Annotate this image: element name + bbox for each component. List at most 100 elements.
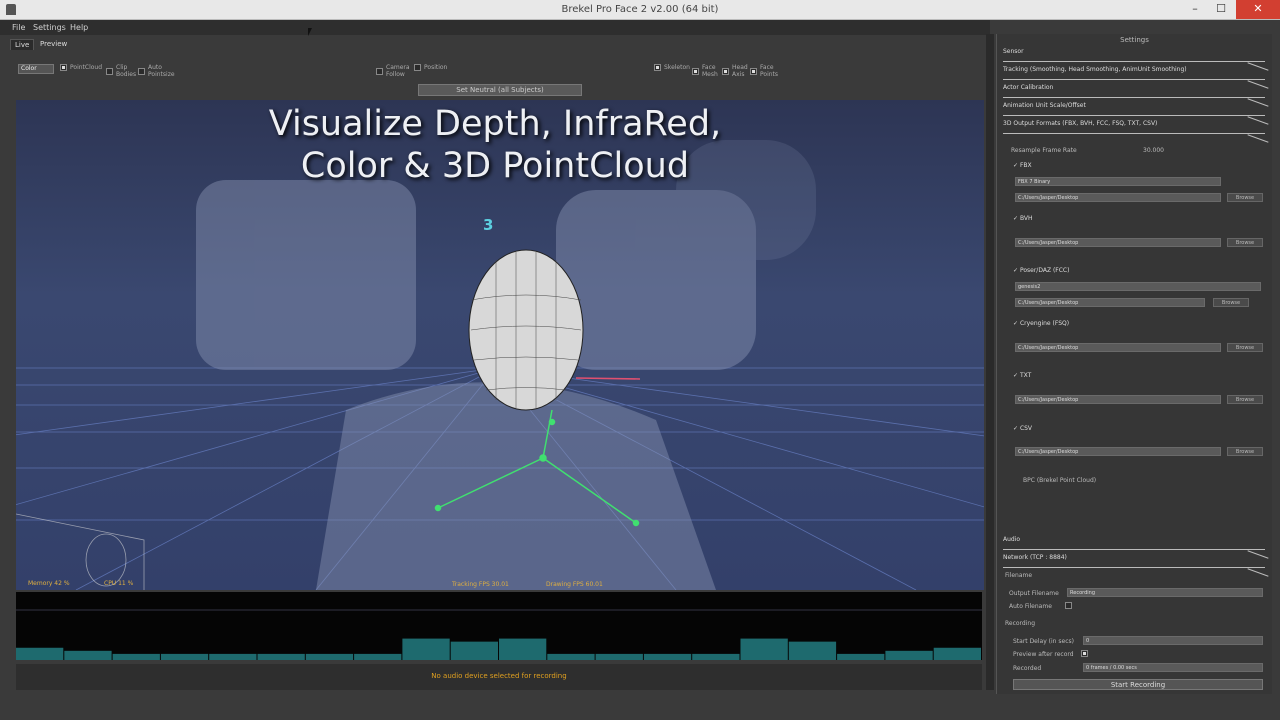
checkbox-icon — [722, 67, 729, 75]
timeline-bar — [643, 653, 692, 660]
preview-after-record-checkbox[interactable] — [1081, 650, 1088, 657]
bvh-browse-button[interactable]: Browse — [1227, 238, 1263, 247]
tab-live[interactable]: Live — [10, 39, 35, 50]
audio-status-bar: No audio device selected for recording — [16, 664, 982, 690]
recorded-label: Recorded — [1013, 665, 1042, 672]
toggle-label: Position — [424, 64, 448, 71]
checkbox-icon — [750, 67, 757, 75]
toggle-face-points[interactable]: Face Points — [750, 64, 782, 78]
auto-filename-checkbox[interactable] — [1065, 602, 1072, 609]
txt-path-field[interactable]: C:/Users/Jasper/Desktop — [1015, 395, 1221, 404]
fsq-path-field[interactable]: C:/Users/Jasper/Desktop — [1015, 343, 1221, 352]
memory-stat: Memory 42 % — [28, 580, 70, 587]
toggle-pointcloud[interactable]: PointCloud — [60, 64, 102, 71]
filename-label: Filename — [1005, 572, 1033, 579]
bvh-path-field[interactable]: C:/Users/Jasper/Desktop — [1015, 238, 1221, 247]
bvh-label: BVH — [1019, 215, 1033, 222]
toggle-skeleton[interactable]: Skeleton — [654, 64, 690, 71]
close-button[interactable]: ✕ — [1236, 0, 1280, 19]
settings-title: Settings — [1120, 36, 1149, 44]
txt-browse-button[interactable]: Browse — [1227, 395, 1263, 404]
fsq-checkbox[interactable]: ✓ Cryengine (FSQ) — [1013, 320, 1069, 327]
fbx-label: FBX — [1019, 162, 1032, 169]
toggle-label: Auto Pointsize — [148, 64, 175, 78]
fsq-label: Cryengine (FSQ) — [1019, 320, 1070, 327]
fbx-browse-button[interactable]: Browse — [1227, 193, 1263, 202]
timeline-bar — [209, 653, 257, 660]
timeline-bar — [547, 653, 595, 660]
audio-timeline[interactable] — [16, 592, 982, 660]
menu-file[interactable]: File — [12, 23, 25, 32]
section-sensor[interactable]: Sensor — [1003, 48, 1265, 62]
menu-settings[interactable]: Settings — [33, 23, 66, 32]
fbx-path-field[interactable]: C:/Users/Jasper/Desktop — [1015, 193, 1221, 202]
section-audio[interactable]: Audio — [1003, 536, 1265, 550]
fcc-browse-button[interactable]: Browse — [1213, 298, 1249, 307]
section-animation-unit[interactable]: Animation Unit Scale/Offset — [1003, 102, 1265, 116]
preview-after-record-label: Preview after record — [1013, 651, 1074, 658]
checkbox-icon — [414, 64, 421, 71]
recorded-value: 0 frames / 0.00 secs — [1083, 663, 1263, 672]
menu-bar: File Settings Help — [0, 20, 990, 35]
checkbox-icon — [138, 67, 145, 75]
minimize-button[interactable]: – — [1182, 0, 1208, 19]
timeline-bar — [885, 650, 933, 660]
bpc-label[interactable]: BPC (Brekel Point Cloud) — [1023, 477, 1096, 484]
timeline-bar — [933, 647, 981, 660]
section-3d-output-formats[interactable]: 3D Output Formats (FBX, BVH, FCC, FSQ, T… — [1003, 120, 1265, 134]
fcc-checkbox[interactable]: ✓ Poser/DAZ (FCC) — [1013, 267, 1069, 274]
bvh-checkbox[interactable]: ✓ BVH — [1013, 215, 1033, 222]
view-mode-select[interactable]: Color — [18, 64, 54, 74]
checkbox-icon — [60, 64, 67, 71]
set-neutral-button[interactable]: Set Neutral (all Subjects) — [418, 84, 582, 96]
toggle-position[interactable]: Position — [414, 64, 447, 71]
toggle-auto-pointsize[interactable]: Auto Pointsize — [138, 64, 176, 78]
toggle-label: Camera Follow — [386, 64, 410, 78]
checkbox-icon — [106, 67, 113, 75]
fcc-figure-select[interactable]: genesis2 — [1015, 282, 1261, 291]
viewport-scrollbar[interactable] — [986, 34, 994, 690]
txt-label: TXT — [1019, 372, 1032, 379]
toggle-label: Clip Bodies — [116, 64, 137, 78]
fsq-browse-button[interactable]: Browse — [1227, 343, 1263, 352]
checkbox-icon — [654, 64, 661, 71]
timeline-bar — [354, 653, 402, 660]
timeline-bar — [305, 653, 354, 660]
csv-path-field[interactable]: C:/Users/Jasper/Desktop — [1015, 447, 1221, 456]
menu-help[interactable]: Help — [70, 23, 88, 32]
section-actor-calibration[interactable]: Actor Calibration — [1003, 84, 1265, 98]
start-delay-field[interactable]: 0 — [1083, 636, 1263, 645]
cpu-stat: CPU 11 % — [104, 580, 134, 587]
fbx-checkbox[interactable]: ✓ FBX — [1013, 162, 1032, 169]
toggle-label: PointCloud — [70, 64, 103, 71]
csv-browse-button[interactable]: Browse — [1227, 447, 1263, 456]
fcc-path-field[interactable]: C:/Users/Jasper/Desktop — [1015, 298, 1205, 307]
toggle-clip-bodies[interactable]: Clip Bodies — [106, 64, 137, 78]
sensor-frustum — [16, 513, 145, 590]
toggle-camera-follow[interactable]: Camera Follow — [376, 64, 410, 78]
tracking-fps-stat: Tracking FPS 30.01 — [452, 581, 509, 588]
maximize-button[interactable]: ☐ — [1208, 0, 1234, 19]
toggle-face-mesh[interactable]: Face Mesh — [692, 64, 718, 78]
start-recording-button[interactable]: Start Recording — [1013, 679, 1263, 690]
checkbox-icon — [692, 67, 699, 75]
title-bar: Brekel Pro Face 2 v2.00 (64 bit) – ☐ ✕ — [0, 0, 1280, 20]
section-network[interactable]: Network (TCP : 8884) — [1003, 554, 1265, 568]
app-window: Brekel Pro Face 2 v2.00 (64 bit) – ☐ ✕ F… — [0, 0, 1280, 720]
viewport-toolbar: Color PointCloud Clip Bodies Auto Points… — [10, 58, 990, 82]
output-filename-field[interactable]: Recording — [1067, 588, 1263, 597]
fbx-format-select[interactable]: FBX 7 Binary — [1015, 177, 1221, 186]
resample-label: Resample Frame Rate — [1011, 147, 1077, 154]
tab-preview[interactable]: Preview — [36, 39, 71, 50]
txt-checkbox[interactable]: ✓ TXT — [1013, 372, 1031, 379]
timeline-bar — [16, 647, 64, 660]
checkbox-icon — [376, 67, 383, 75]
timeline-bar — [450, 641, 498, 660]
toggle-head-axis[interactable]: Head Axis — [722, 64, 748, 78]
recording-label: Recording — [1005, 620, 1036, 627]
csv-checkbox[interactable]: ✓ CSV — [1013, 425, 1032, 432]
resample-value[interactable]: 30.000 — [1143, 147, 1164, 154]
section-tracking[interactable]: Tracking (Smoothing, Head Smoothing, Ani… — [1003, 66, 1265, 80]
head-axis-line — [575, 377, 641, 380]
overlay-title-line1: Visualize Depth, InfraRed, — [268, 104, 722, 144]
